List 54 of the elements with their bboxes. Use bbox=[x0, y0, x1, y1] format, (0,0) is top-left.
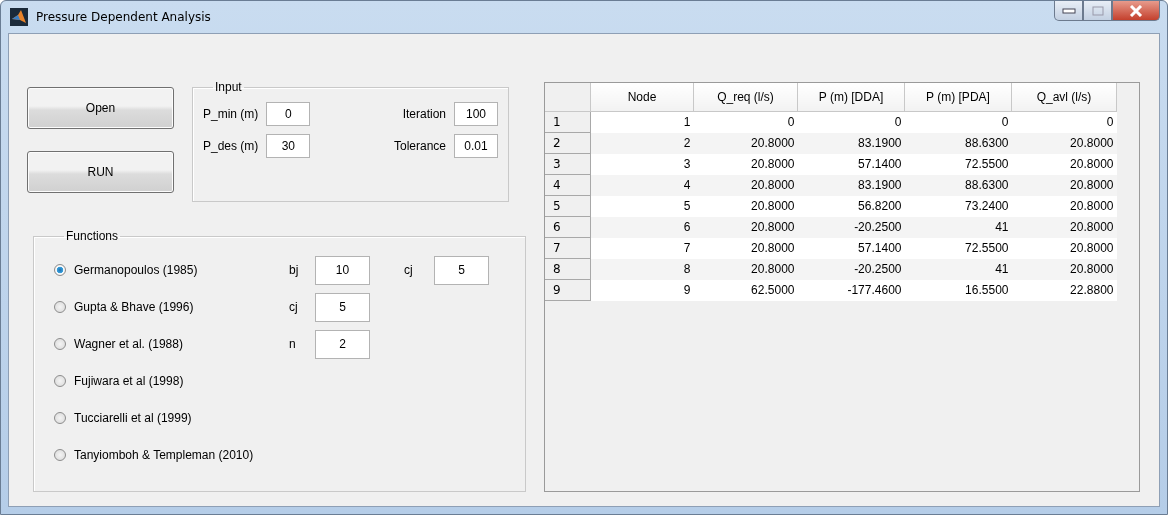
radio-button[interactable] bbox=[54, 301, 66, 313]
maximize-button[interactable] bbox=[1083, 1, 1112, 21]
close-icon bbox=[1129, 4, 1143, 17]
minimize-icon bbox=[1061, 7, 1076, 14]
field-label: cj bbox=[404, 263, 414, 277]
row-header[interactable]: 5 bbox=[545, 195, 591, 217]
field-label: bj bbox=[289, 263, 300, 277]
push-button[interactable]: Open bbox=[27, 87, 174, 129]
window-title: Pressure Dependent Analysis bbox=[36, 10, 211, 24]
input-field[interactable]: 10 bbox=[315, 255, 370, 285]
row-header[interactable]: 3 bbox=[545, 153, 591, 175]
row-header[interactable]: 6 bbox=[545, 216, 591, 238]
option-label[interactable]: Fujiwara et al (1998) bbox=[74, 374, 184, 388]
column-header[interactable]: P (m) [PDA] bbox=[904, 83, 1012, 112]
row-header[interactable]: 7 bbox=[545, 237, 591, 259]
field-label: Tolerance bbox=[393, 139, 446, 153]
radio-button[interactable] bbox=[54, 375, 66, 387]
field-label: P_des (m) bbox=[203, 139, 259, 153]
column-header[interactable]: Node bbox=[590, 83, 694, 112]
radio-button[interactable] bbox=[54, 412, 66, 424]
column-header[interactable]: Q_req (l/s) bbox=[693, 83, 798, 112]
row-header[interactable]: 9 bbox=[545, 279, 591, 301]
row-header[interactable]: 4 bbox=[545, 174, 591, 196]
option-label[interactable]: Tucciarelli et al (1999) bbox=[74, 411, 192, 425]
row-header[interactable]: 1 bbox=[545, 111, 591, 133]
option-label[interactable]: Germanopoulos (1985) bbox=[74, 263, 198, 277]
row-header[interactable]: 2 bbox=[545, 132, 591, 154]
row-header[interactable]: 8 bbox=[545, 258, 591, 280]
group-title: Functions bbox=[65, 229, 120, 243]
group-title: Input bbox=[214, 80, 243, 94]
option-label[interactable]: Gupta & Bhave (1996) bbox=[74, 300, 194, 314]
input-field[interactable]: 30 bbox=[266, 134, 311, 158]
input-field[interactable]: 0 bbox=[266, 102, 311, 126]
field-label: Iteration bbox=[402, 107, 446, 121]
input-field[interactable]: 5 bbox=[434, 255, 489, 285]
radio-button[interactable] bbox=[54, 338, 66, 350]
input-field[interactable]: 100 bbox=[454, 102, 498, 126]
push-button[interactable]: RUN bbox=[27, 151, 174, 193]
input-field[interactable]: 5 bbox=[315, 292, 370, 322]
input-field[interactable]: 0.01 bbox=[454, 134, 498, 158]
field-label: n bbox=[289, 337, 297, 351]
field-label: P_min (m) bbox=[203, 107, 259, 121]
column-header[interactable]: P (m) [DDA] bbox=[797, 83, 905, 112]
input-field[interactable]: 2 bbox=[315, 329, 370, 359]
minimize-button[interactable] bbox=[1054, 1, 1083, 21]
radio-button[interactable] bbox=[54, 264, 66, 276]
option-label[interactable]: Tanyiomboh & Templeman (2010) bbox=[74, 448, 254, 462]
app-icon bbox=[10, 8, 28, 26]
close-button[interactable] bbox=[1112, 1, 1160, 21]
field-label: cj bbox=[289, 300, 299, 314]
maximize-icon bbox=[1091, 5, 1104, 16]
option-label[interactable]: Wagner et al. (1988) bbox=[74, 337, 183, 351]
column-header[interactable]: Q_avl (l/s) bbox=[1011, 83, 1117, 112]
radio-button[interactable] bbox=[54, 449, 66, 461]
